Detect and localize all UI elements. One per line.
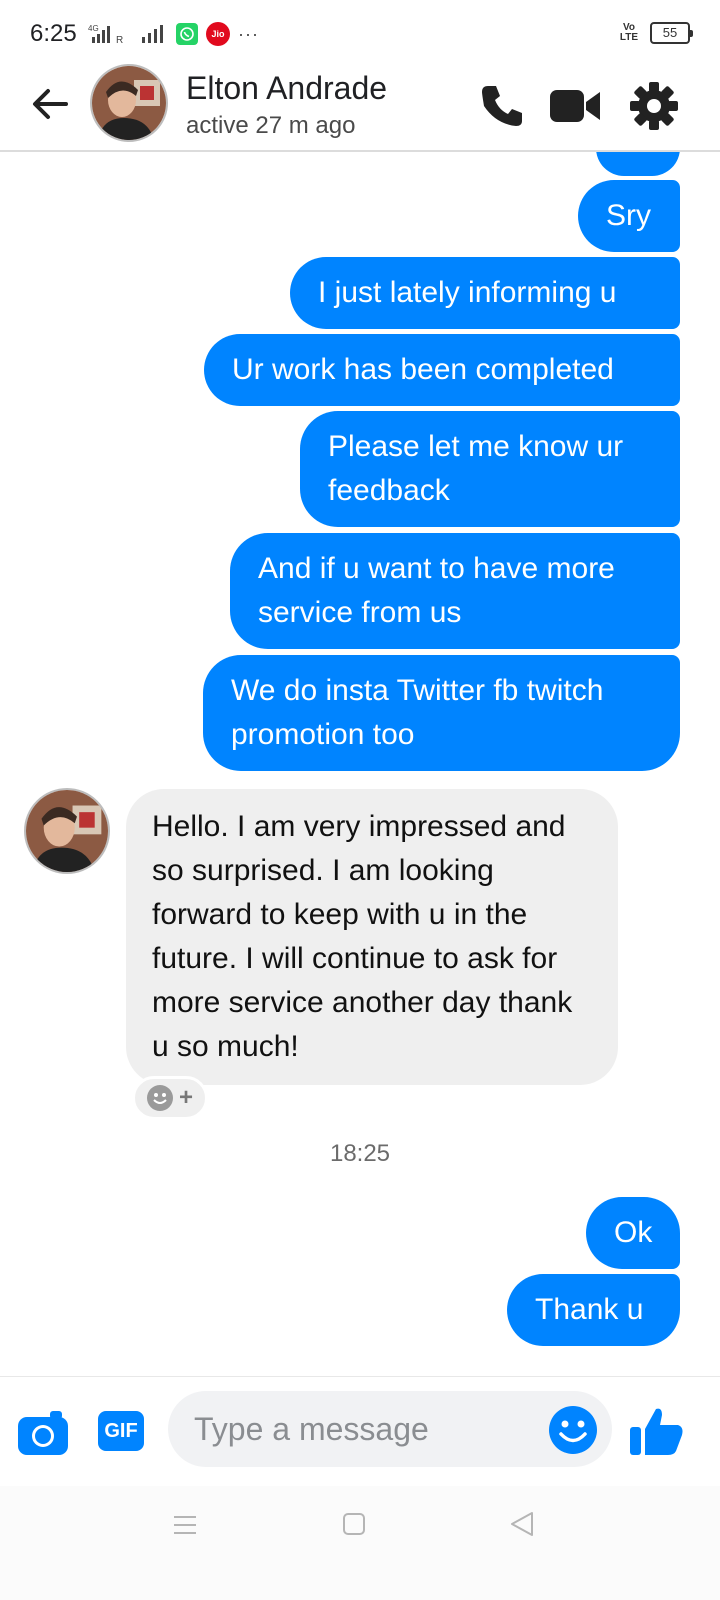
messenger-chat-screen: 6:25 4G R Jio ··· Vo LTE 55 Elton Andrad…: [0, 0, 720, 1600]
thumbs-up-icon[interactable]: [630, 1405, 684, 1457]
contact-active-status: active 27 m ago: [186, 112, 356, 139]
signal-bars-icon: [142, 25, 163, 43]
outgoing-message[interactable]: I just lately informing u: [290, 257, 680, 329]
message-list[interactable]: Hi Sry I just lately informing u Ur work…: [0, 152, 720, 1372]
back-triangle-icon[interactable]: [508, 1510, 536, 1538]
smiley-icon[interactable]: [548, 1405, 598, 1455]
add-reaction-button[interactable]: +: [132, 1076, 208, 1120]
outgoing-message[interactable]: Ok: [586, 1197, 680, 1269]
outgoing-message[interactable]: Hi: [596, 152, 680, 176]
incoming-message[interactable]: Hello. I am very impressed and so surpri…: [126, 789, 618, 1085]
status-bar: 6:25 4G R Jio ··· Vo LTE 55: [0, 0, 720, 64]
smiley-icon: [146, 1085, 173, 1111]
outgoing-message[interactable]: Sry: [578, 180, 680, 252]
video-camera-icon[interactable]: [550, 80, 602, 132]
outgoing-message[interactable]: And if u want to have more service from …: [230, 533, 680, 649]
contact-name[interactable]: Elton Andrade: [186, 70, 387, 107]
svg-text:R: R: [116, 35, 123, 45]
mobile-signal-icon: 4G R: [88, 24, 123, 45]
status-icons-left: 4G R Jio ···: [88, 22, 259, 46]
contact-avatar[interactable]: [90, 64, 168, 142]
volte-icon: Vo LTE: [619, 22, 639, 43]
outgoing-message[interactable]: Please let me know ur feedback: [300, 411, 680, 527]
back-arrow-icon[interactable]: [28, 82, 72, 126]
chat-header: Elton Andrade active 27 m ago: [0, 60, 720, 152]
status-icons-right: Vo LTE 55: [616, 22, 693, 44]
message-timestamp: 18:25: [329, 1140, 391, 1167]
camera-icon[interactable]: [18, 1409, 68, 1455]
whatsapp-icon: [176, 23, 198, 45]
system-navigation-bar: [0, 1486, 720, 1600]
outgoing-message[interactable]: We do insta Twitter fb twitch promotion …: [203, 655, 680, 771]
jio-icon: Jio: [206, 22, 230, 46]
message-composer: GIF Type a message: [0, 1376, 720, 1487]
phone-icon[interactable]: [476, 80, 528, 132]
battery-icon: 55: [650, 22, 693, 44]
gif-button[interactable]: GIF: [98, 1411, 144, 1451]
svg-text:4G: 4G: [88, 24, 99, 33]
menu-icon[interactable]: [172, 1512, 198, 1538]
gear-icon[interactable]: [628, 80, 680, 132]
outgoing-message[interactable]: Ur work has been completed: [204, 334, 680, 406]
message-input[interactable]: Type a message: [168, 1391, 612, 1467]
home-square-icon[interactable]: [342, 1512, 366, 1536]
status-time: 6:25: [30, 20, 77, 47]
more-notifications-icon: ···: [238, 23, 259, 44]
battery-level: 55: [662, 25, 678, 40]
outgoing-message[interactable]: Thank u: [507, 1274, 680, 1346]
sender-avatar[interactable]: [24, 788, 110, 874]
plus-icon: +: [178, 1084, 193, 1111]
